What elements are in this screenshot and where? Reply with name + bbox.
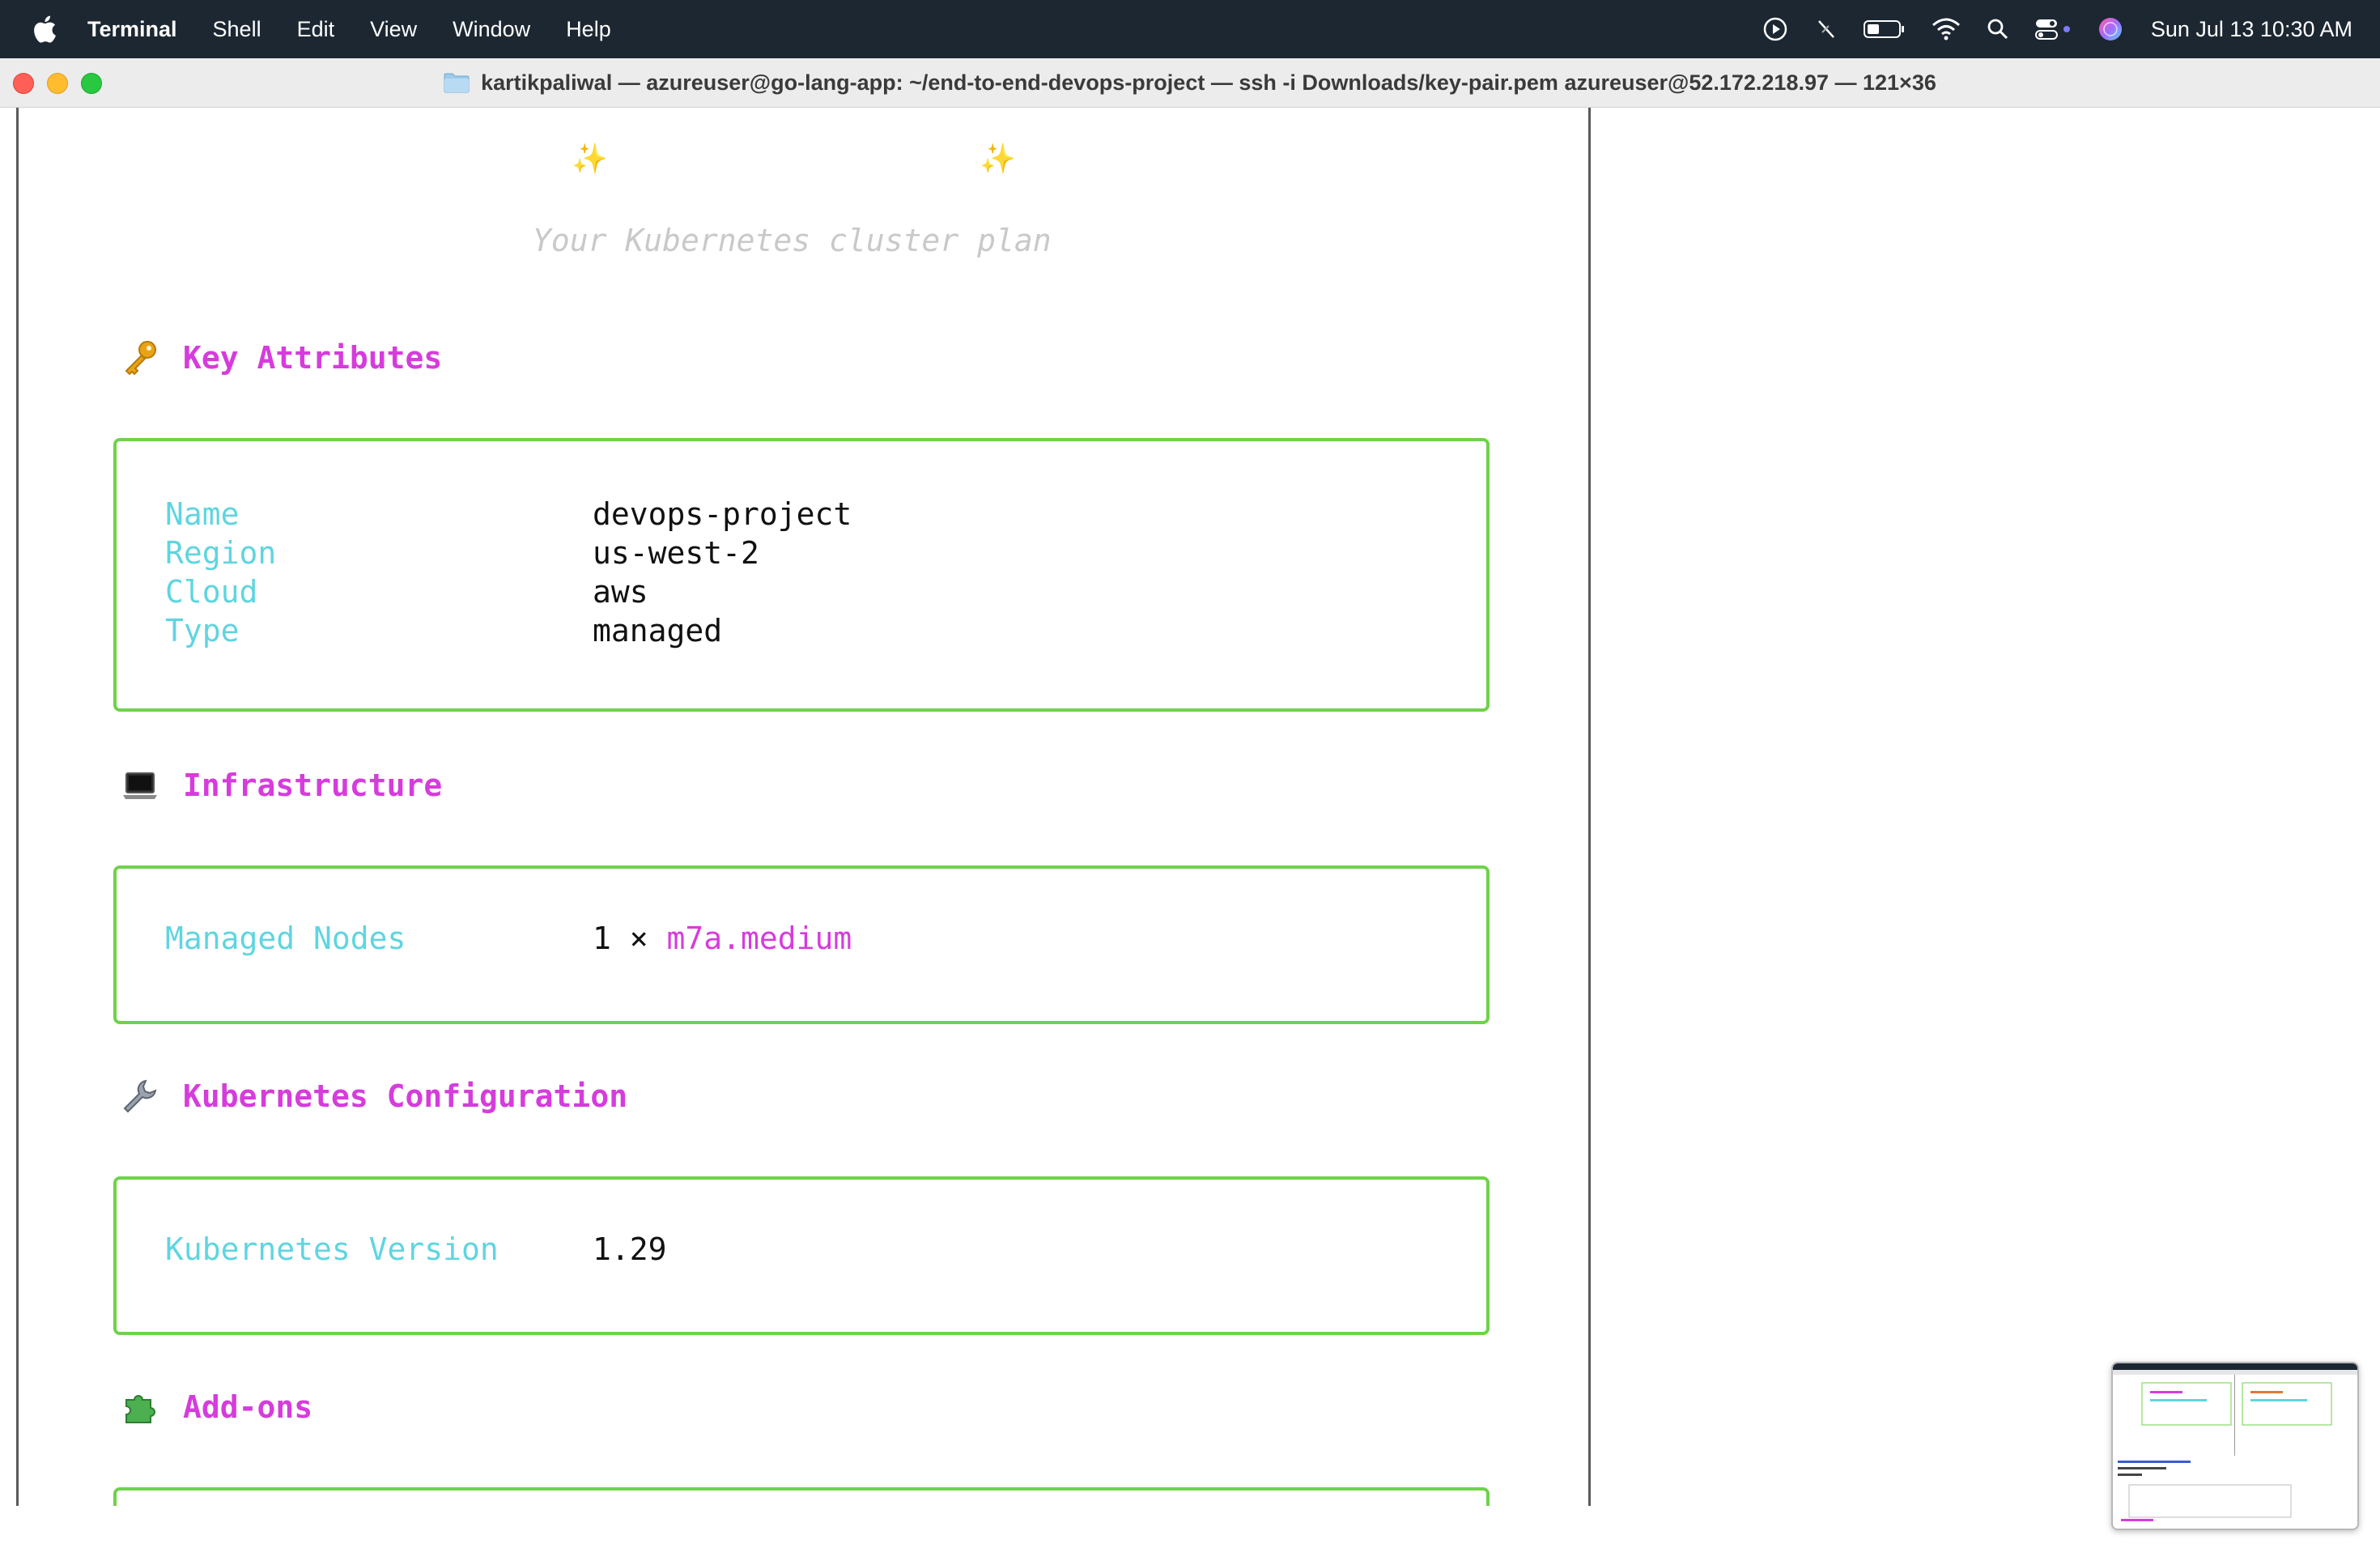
attribute-row: Cloud aws (165, 574, 648, 610)
section-title: Key Attributes (183, 340, 443, 376)
window-title: kartikpaliwal — azureuser@go-lang-app: ~… (444, 70, 1936, 96)
spotlight-search-icon[interactable] (1986, 17, 2010, 41)
sparkle-right-icon: ✨ (980, 142, 1016, 176)
wrench-icon (121, 1078, 159, 1115)
attribute-row: Region us-west-2 (165, 535, 759, 571)
apple-menu-icon[interactable] (31, 13, 58, 45)
plan-subtitle: Your Kubernetes cluster plan (533, 223, 1052, 258)
muted-pen-icon[interactable] (1813, 16, 1838, 42)
section-title: Infrastructure (183, 768, 443, 803)
window-bottom-edge (0, 1506, 2380, 1548)
thumbnail-preview-image (2113, 1363, 2357, 1521)
puzzle-piece-icon (121, 1389, 159, 1426)
instance-type: m7a.medium (666, 921, 852, 956)
node-count: 1 × (593, 921, 667, 956)
attribute-key: Managed Nodes (165, 921, 406, 956)
folder-icon (444, 72, 470, 93)
screen-record-icon[interactable] (1762, 16, 1788, 42)
status-area: Sun Jul 13 10:30 AM (1738, 0, 2352, 58)
addons-box (113, 1487, 1490, 1506)
wifi-icon[interactable] (1931, 17, 1961, 41)
key-icon (121, 339, 159, 376)
minimize-window-button[interactable] (47, 73, 68, 94)
attribute-row: Name devops-project (165, 496, 852, 532)
attribute-key: Region (165, 535, 277, 571)
section-infrastructure-heading: Infrastructure (121, 767, 442, 804)
menu-help[interactable]: Help (566, 17, 611, 42)
pane-divider-left (16, 108, 19, 1506)
window-controls (13, 73, 115, 94)
menu-view[interactable]: View (370, 17, 417, 42)
menu-shell[interactable]: Shell (213, 17, 261, 42)
battery-icon[interactable] (1863, 18, 1906, 40)
menu-window[interactable]: Window (453, 17, 530, 42)
attribute-row: Type managed (165, 613, 722, 649)
screenshot-thumbnail[interactable] (2111, 1362, 2359, 1530)
pane-divider-right[interactable] (1588, 108, 1591, 1506)
menubar-clock[interactable]: Sun Jul 13 10:30 AM (2151, 17, 2352, 42)
laptop-icon (121, 767, 159, 804)
zoom-window-button[interactable] (81, 73, 102, 94)
siri-icon[interactable] (2097, 16, 2123, 42)
sparkle-left-icon: ✨ (572, 142, 608, 176)
attribute-value: devops-project (593, 496, 852, 532)
menu-app-terminal[interactable]: Terminal (87, 17, 177, 42)
section-addons-heading: Add-ons (121, 1389, 312, 1426)
window-title-text: kartikpaliwal — azureuser@go-lang-app: ~… (481, 70, 1936, 95)
menu-bar: Terminal Shell Edit View Window Help Sun… (0, 0, 2380, 58)
kubernetes-configuration-box: Kubernetes Version 1.29 (113, 1176, 1490, 1335)
attribute-row: Kubernetes Version 1.29 (165, 1231, 667, 1267)
key-attributes-box: Name devops-project Region us-west-2 Clo… (113, 438, 1490, 712)
attribute-value: 1.29 (593, 1231, 667, 1267)
control-center-icon[interactable] (2034, 17, 2073, 41)
attribute-key: Name (165, 496, 240, 532)
attribute-key: Type (165, 613, 240, 649)
window-title-bar[interactable]: kartikpaliwal — azureuser@go-lang-app: ~… (0, 58, 2380, 108)
attribute-value: us-west-2 (593, 535, 759, 571)
terminal-content[interactable]: ✨ ✨ Your Kubernetes cluster plan Key Att… (0, 108, 2380, 1506)
menu-edit[interactable]: Edit (297, 17, 335, 42)
section-kubernetes-configuration-heading: Kubernetes Configuration (121, 1078, 627, 1115)
close-window-button[interactable] (13, 73, 34, 94)
section-key-attributes-heading: Key Attributes (121, 339, 442, 376)
attribute-key: Kubernetes Version (165, 1231, 499, 1267)
section-title: Kubernetes Configuration (183, 1078, 628, 1114)
section-title: Add-ons (183, 1389, 313, 1425)
attribute-value: managed (593, 613, 723, 649)
attribute-row: Managed Nodes 1 × m7a.medium (165, 921, 852, 956)
attribute-value: aws (593, 574, 648, 610)
infrastructure-box: Managed Nodes 1 × m7a.medium (113, 865, 1490, 1024)
attribute-key: Cloud (165, 574, 258, 610)
